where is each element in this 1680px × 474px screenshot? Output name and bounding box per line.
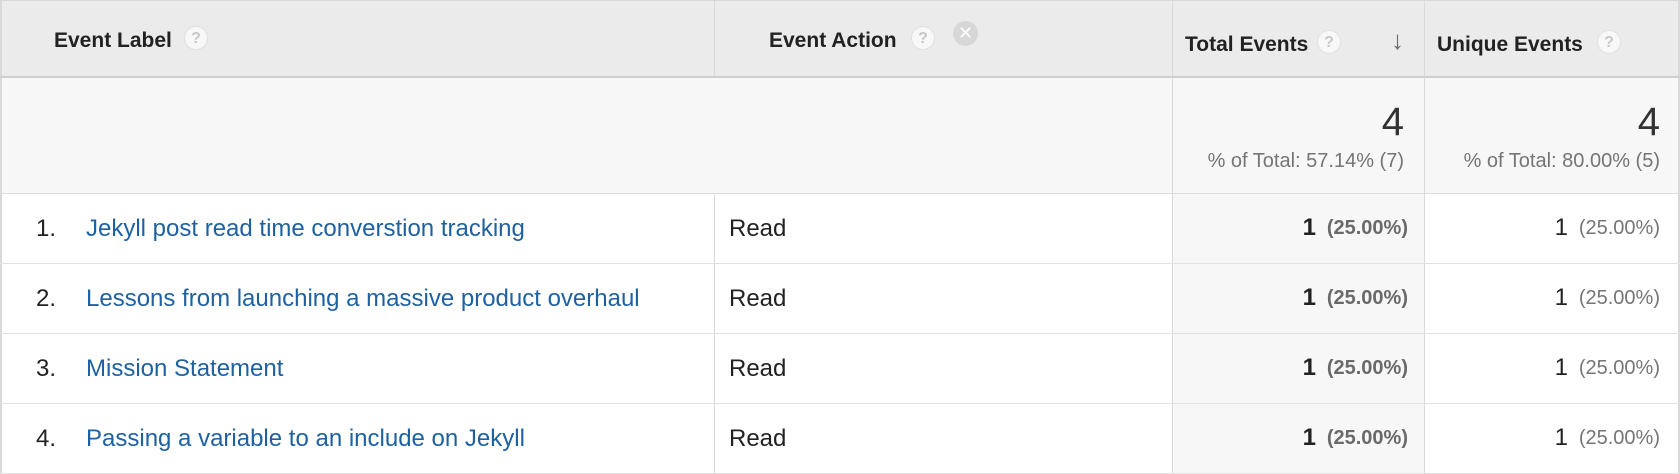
total-events-cell: 1 (25.00%) (1172, 194, 1424, 263)
unique-events-row-percent: (25.00%) (1578, 357, 1660, 379)
sort-descending-icon[interactable]: ↓ (1391, 27, 1404, 53)
event-action-cell: Read (714, 194, 1172, 263)
event-label-link[interactable]: Jekyll post read time converstion tracki… (86, 215, 525, 243)
summary-total-events: 4 % of Total: 57.14% (7) (1172, 78, 1424, 193)
total-events-heading[interactable]: Total Events (1185, 33, 1308, 57)
help-icon[interactable]: ? (911, 26, 935, 50)
unique-events-value: 1 (1554, 424, 1568, 451)
table-row: 1. Jekyll post read time converstion tra… (0, 194, 1680, 264)
event-label-cell: 1. Jekyll post read time converstion tra… (0, 194, 714, 263)
event-label-cell: 4. Passing a variable to an include on J… (0, 404, 714, 473)
unique-events-value: 1 (1554, 284, 1568, 311)
summary-label-cell (0, 78, 1172, 193)
table-header: Event Label ? Event Action ? ✕ Total Eve… (0, 0, 1680, 78)
unique-events-cell: 1 (25.00%) (1424, 404, 1680, 473)
event-action-cell: Read (714, 264, 1172, 333)
event-action-value: Read (729, 425, 787, 452)
total-events-value: 1 (1302, 214, 1316, 241)
unique-events-heading[interactable]: Unique Events (1437, 33, 1583, 57)
unique-events-row-percent: (25.00%) (1578, 287, 1660, 309)
table-row: 3. Mission Statement Read 1 (25.00%) 1 (… (0, 334, 1680, 404)
total-events-cell: 1 (25.00%) (1172, 404, 1424, 473)
event-action-cell: Read (714, 334, 1172, 403)
total-events-sum: 4 (1381, 100, 1404, 144)
total-events-row-percent: (25.00%) (1326, 217, 1408, 239)
total-events-value: 1 (1302, 354, 1316, 381)
summary-row: 4 % of Total: 57.14% (7) 4 % of Total: 8… (0, 78, 1680, 194)
event-action-value: Read (729, 285, 787, 312)
help-icon[interactable]: ? (1597, 30, 1621, 54)
total-events-percent: % of Total: 57.14% (7) (1207, 150, 1404, 172)
unique-events-row-percent: (25.00%) (1578, 217, 1660, 239)
total-events-row-percent: (25.00%) (1326, 287, 1408, 309)
help-icon[interactable]: ? (184, 26, 208, 50)
event-action-value: Read (729, 215, 787, 242)
header-event-label[interactable]: Event Label ? (0, 1, 714, 76)
unique-events-value: 1 (1554, 354, 1568, 381)
table-row: 2. Lessons from launching a massive prod… (0, 264, 1680, 334)
row-index: 3. (36, 355, 57, 382)
row-index: 2. (36, 285, 57, 312)
unique-events-cell: 1 (25.00%) (1424, 264, 1680, 333)
header-unique-events[interactable]: Unique Events ? (1424, 1, 1680, 76)
header-total-events[interactable]: Total Events ? ↓ (1172, 1, 1424, 76)
event-label-cell: 3. Mission Statement (0, 334, 714, 403)
summary-unique-events: 4 % of Total: 80.00% (5) (1424, 78, 1680, 193)
event-action-cell: Read (714, 404, 1172, 473)
event-label-cell: 2. Lessons from launching a massive prod… (0, 264, 714, 333)
total-events-value: 1 (1302, 284, 1316, 311)
unique-events-percent: % of Total: 80.00% (5) (1463, 150, 1660, 172)
event-action-value: Read (729, 355, 787, 382)
row-index: 1. (36, 215, 57, 242)
event-label-link[interactable]: Passing a variable to an include on Jeky… (86, 425, 525, 453)
event-label-link[interactable]: Lessons from launching a massive product… (86, 285, 640, 313)
total-events-row-percent: (25.00%) (1326, 427, 1408, 449)
event-label-link[interactable]: Mission Statement (86, 355, 283, 383)
total-events-cell: 1 (25.00%) (1172, 264, 1424, 333)
unique-events-row-percent: (25.00%) (1578, 427, 1660, 449)
event-action-heading[interactable]: Event Action (769, 29, 897, 53)
table-row: 4. Passing a variable to an include on J… (0, 404, 1680, 474)
total-events-row-percent: (25.00%) (1326, 357, 1408, 379)
unique-events-value: 1 (1554, 214, 1568, 241)
unique-events-cell: 1 (25.00%) (1424, 194, 1680, 263)
header-event-action[interactable]: Event Action ? ✕ (714, 1, 1172, 76)
unique-events-sum: 4 (1637, 100, 1660, 144)
event-label-heading[interactable]: Event Label (54, 29, 172, 53)
help-icon[interactable]: ? (1317, 30, 1341, 54)
total-events-value: 1 (1302, 424, 1316, 451)
total-events-cell: 1 (25.00%) (1172, 334, 1424, 403)
remove-dimension-icon[interactable]: ✕ (953, 21, 978, 46)
row-index: 4. (36, 425, 57, 452)
report-table: Event Label ? Event Action ? ✕ Total Eve… (0, 0, 1680, 474)
unique-events-cell: 1 (25.00%) (1424, 334, 1680, 403)
